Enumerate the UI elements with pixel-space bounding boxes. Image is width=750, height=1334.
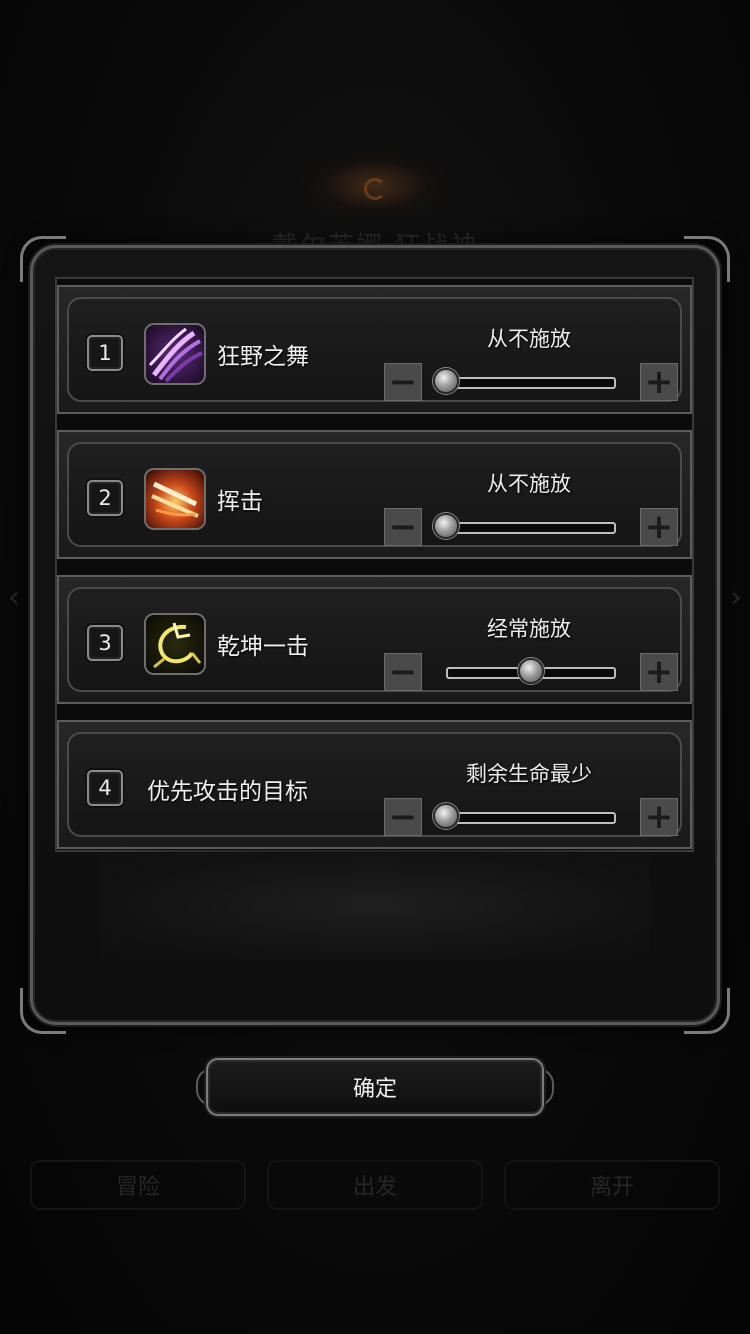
decrease-button[interactable]: − [384,508,422,546]
decrease-button[interactable]: − [384,798,422,836]
background-tab-bar: 冒险 出发 离开 [30,1160,720,1210]
cast-frequency-label: 经常施放 [487,617,571,641]
skill-name: 挥击 [217,489,263,515]
confirm-button[interactable]: 确定 [206,1058,544,1116]
decrease-button[interactable]: − [384,653,422,691]
chevron-left-icon: ‹ [8,580,20,615]
cosmic-strike-icon [144,613,206,675]
bg-tab-depart: 出发 [267,1160,483,1210]
target-priority-row: 4 优先攻击的目标 剩余生命最少 − + [57,720,692,849]
target-number-badge: 4 [87,770,123,806]
cast-frequency-label: 从不施放 [487,472,571,496]
decrease-button[interactable]: − [384,363,422,401]
frequency-slider[interactable] [446,377,616,389]
moon-emblem-icon [364,178,386,200]
slider-knob[interactable] [518,658,544,684]
skill-row-2: 2 挥击 从不施放 − + [57,430,692,559]
increase-button[interactable]: + [640,653,678,691]
skill-name: 狂野之舞 [217,344,309,370]
slider-knob[interactable] [433,803,459,829]
increase-button[interactable]: + [640,798,678,836]
corner-ornament [20,236,66,282]
skill-number-badge: 2 [87,480,123,516]
increase-button[interactable]: + [640,363,678,401]
skill-name: 乾坤一击 [217,634,309,660]
cast-frequency-label: 从不施放 [487,327,571,351]
corner-ornament [684,988,730,1034]
panel-texture [100,850,650,960]
frequency-slider[interactable] [446,522,616,534]
slider-knob[interactable] [433,368,459,394]
corner-ornament [684,236,730,282]
skill-row-1: 1 狂野之舞 从不施放 − + [57,285,692,414]
skill-row-3: 3 乾坤一击 经常施放 − + [57,575,692,704]
bg-tab-leave: 离开 [504,1160,720,1210]
target-priority-label: 优先攻击的目标 [147,779,308,805]
target-priority-value: 剩余生命最少 [466,762,592,786]
chevron-right-icon: › [730,580,742,615]
increase-button[interactable]: + [640,508,678,546]
slider-knob[interactable] [433,513,459,539]
bg-tab-adventure: 冒险 [30,1160,246,1210]
target-priority-slider[interactable] [446,812,616,824]
skill-number-badge: 1 [87,335,123,371]
wild-dance-icon [144,323,206,385]
skill-number-badge: 3 [87,625,123,661]
corner-ornament [20,988,66,1034]
swing-strike-icon [144,468,206,530]
